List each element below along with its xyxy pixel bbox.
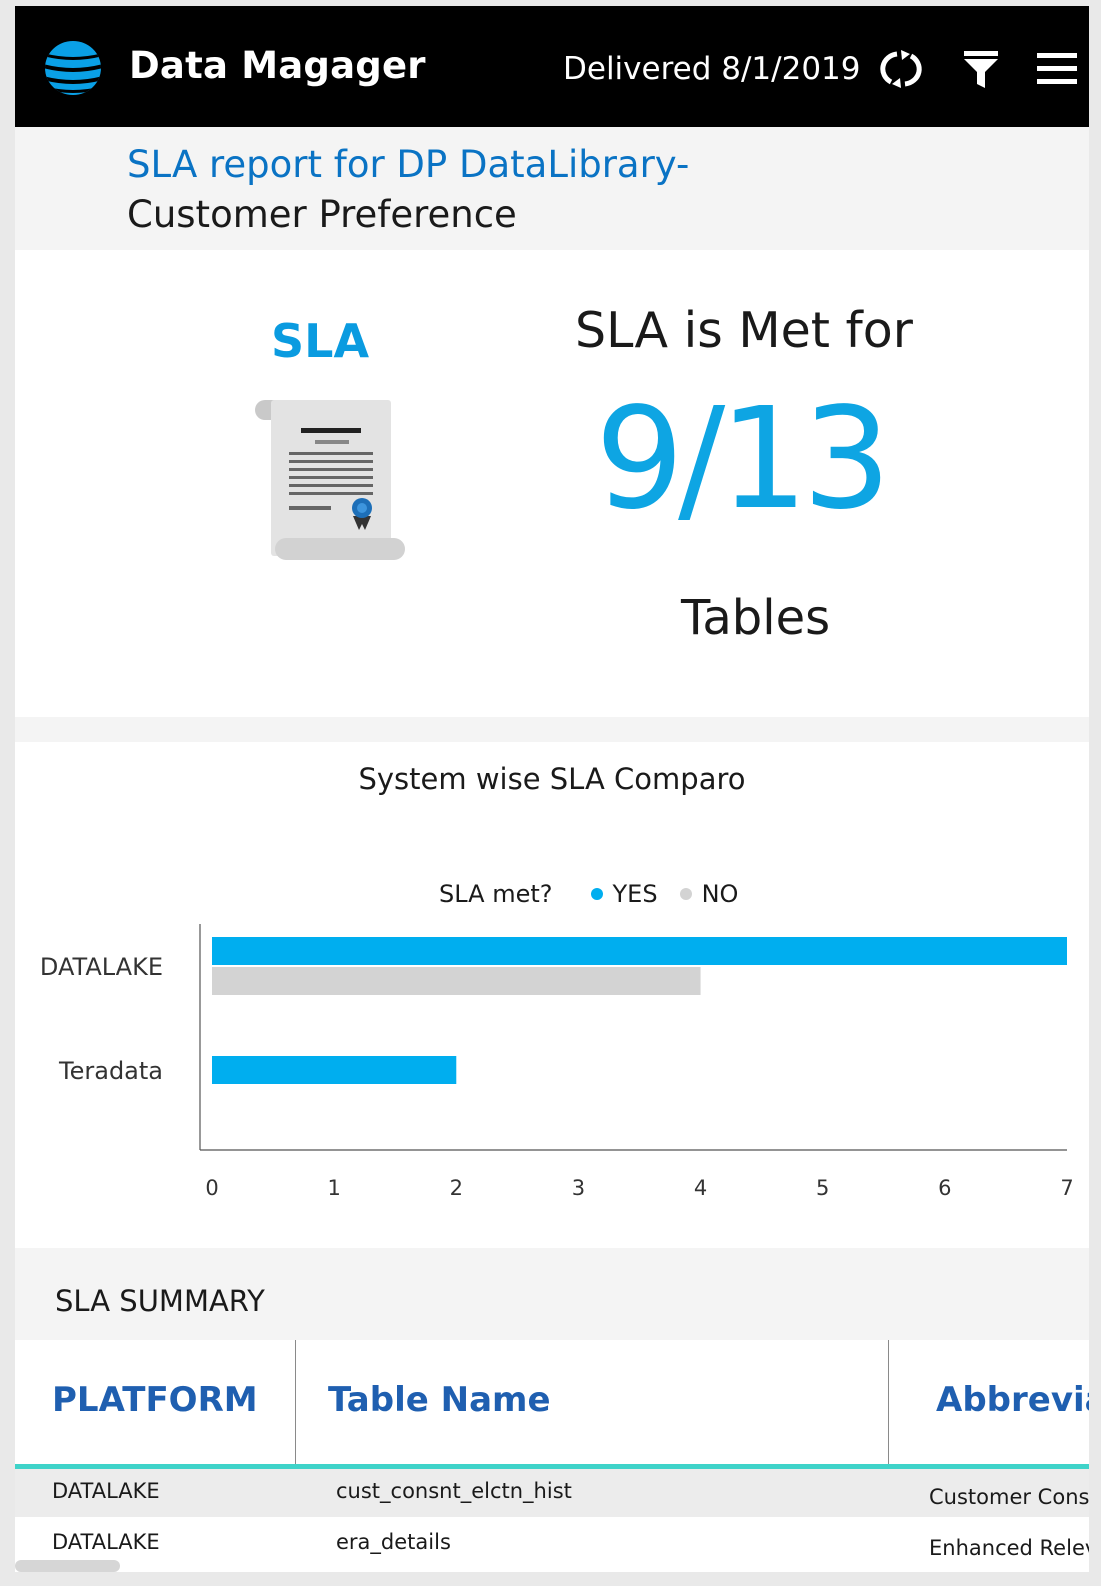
cell-table-name: cust_consnt_elctn_hist [336, 1479, 572, 1503]
sla-label: SLA [271, 314, 370, 368]
column-header-abbreviation[interactable]: Abbrevia [936, 1380, 1089, 1420]
refresh-icon[interactable] [877, 48, 925, 90]
x-tick-label: 7 [1060, 1176, 1073, 1200]
sla-summary-title: SLA SUMMARY [55, 1284, 265, 1318]
x-tick-label: 1 [327, 1176, 340, 1200]
hamburger-menu-icon[interactable] [1033, 48, 1081, 90]
x-tick-label: 5 [816, 1176, 829, 1200]
cell-platform: DATALAKE [52, 1530, 160, 1554]
x-tick-label: 4 [694, 1176, 707, 1200]
report-subtitle: Customer Preference [127, 193, 517, 236]
app-title: Data Magager [129, 44, 426, 87]
x-tick-label: 2 [450, 1176, 463, 1200]
cell-abbreviation: Enhanced Relev [929, 1536, 1089, 1560]
column-header-platform[interactable]: PLATFORM [52, 1380, 258, 1420]
bar-yes-teradata[interactable] [212, 1056, 457, 1084]
y-tick-label: DATALAKE [40, 953, 163, 981]
bar-no-datalake[interactable] [212, 967, 701, 995]
sla-met-unit: Tables [681, 590, 831, 646]
certificate-scroll-icon [255, 400, 405, 560]
x-tick-label: 6 [938, 1176, 951, 1200]
column-header-table-name[interactable]: Table Name [328, 1380, 551, 1420]
sla-met-heading: SLA is Met for [575, 302, 913, 359]
column-divider [888, 1340, 889, 1464]
sla-kpi-card: SLA SLA is Met for 9/13 Tables [15, 250, 1089, 717]
delivered-date: Delivered 8/1/2019 [563, 51, 861, 87]
cell-abbreviation: Customer Conse [929, 1485, 1089, 1509]
cell-table-name: era_details [336, 1530, 451, 1554]
horizontal-scrollbar[interactable] [15, 1560, 120, 1572]
cell-platform: DATALAKE [52, 1479, 160, 1503]
table-row[interactable]: DATALAKE era_details Enhanced Relev [15, 1520, 1089, 1568]
system-sla-chart-card: System wise SLA Comparo SLA met? YES NO … [15, 742, 1089, 1248]
y-tick-label: Teradata [58, 1057, 163, 1085]
bar-chart: DATALAKE Teradata 0 1 2 3 4 5 6 7 [40, 924, 1074, 1200]
x-tick-label: 3 [572, 1176, 585, 1200]
app-frame: Data Magager Delivered 8/1/2019 SLA repo… [15, 6, 1089, 1572]
sla-summary-table: PLATFORM Table Name Abbrevia DATALAKE cu… [15, 1340, 1089, 1572]
column-divider [295, 1340, 296, 1464]
table-row[interactable]: DATALAKE cust_consnt_elctn_hist Customer… [15, 1469, 1089, 1517]
sla-met-count: 9/13 [595, 378, 891, 541]
att-globe-logo-icon [45, 41, 101, 95]
x-tick-label: 0 [205, 1176, 218, 1200]
report-title-link[interactable]: SLA report for DP DataLibrary- [127, 143, 689, 186]
bar-yes-datalake[interactable] [212, 937, 1067, 965]
filter-icon[interactable] [957, 48, 1005, 90]
top-bar: Data Magager Delivered 8/1/2019 [15, 6, 1089, 127]
report-title-band: SLA report for DP DataLibrary- Customer … [15, 127, 1089, 250]
